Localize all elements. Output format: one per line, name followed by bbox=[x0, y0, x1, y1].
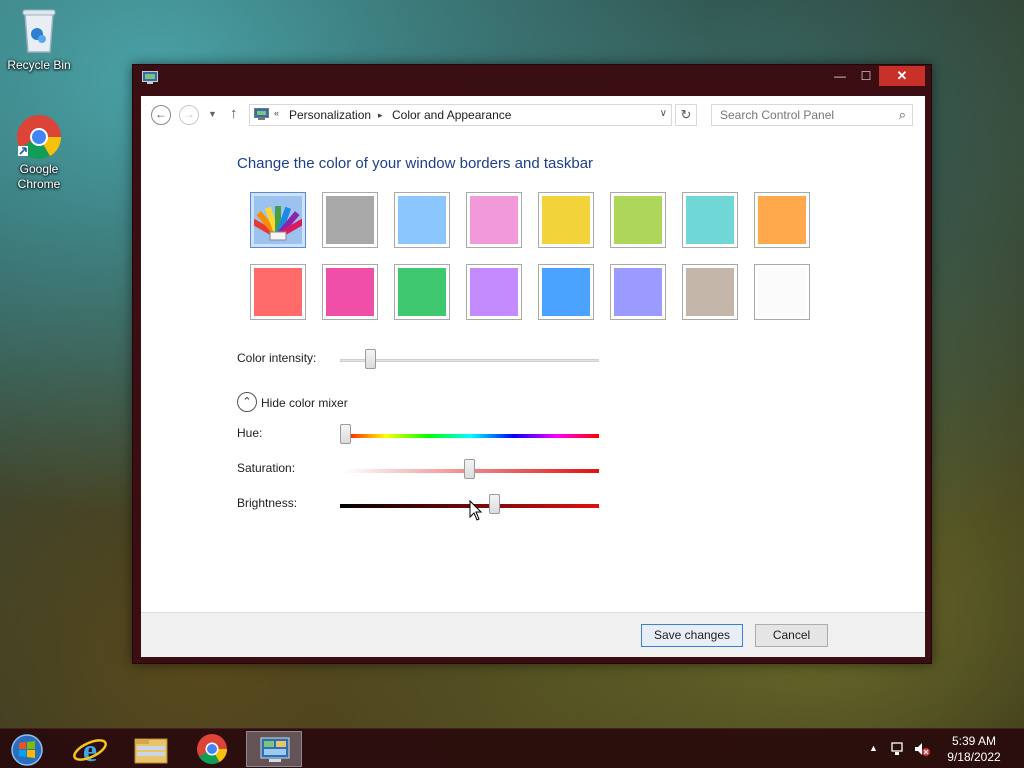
clock-date: 9/18/2022 bbox=[947, 750, 1001, 764]
show-hidden-icons-button[interactable]: ▲ bbox=[869, 743, 878, 753]
up-button[interactable]: ↑ bbox=[230, 105, 238, 122]
window-title: Color and Appearance bbox=[462, 72, 602, 88]
taskbar: e ▲ 5:39 AM 9/18/2022 bbox=[0, 728, 1024, 768]
search-placeholder: Search Control Panel bbox=[720, 108, 835, 122]
hide-mixer-icon[interactable]: ⌃ bbox=[237, 392, 257, 412]
page-title: Change the color of your window borders … bbox=[237, 155, 594, 172]
maximize-button[interactable]: ☐ bbox=[853, 66, 879, 86]
swatch-fill bbox=[398, 268, 446, 316]
swatch-fill bbox=[542, 268, 590, 316]
cancel-button[interactable]: Cancel bbox=[755, 624, 828, 647]
color-swatch[interactable] bbox=[538, 192, 594, 248]
color-swatch[interactable] bbox=[394, 192, 450, 248]
swatch-fill bbox=[398, 196, 446, 244]
swatch-fill bbox=[614, 196, 662, 244]
swatch-fill bbox=[614, 268, 662, 316]
breadcrumb-color-appearance[interactable]: Color and Appearance bbox=[392, 108, 511, 122]
close-button[interactable]: ✕ bbox=[879, 66, 925, 86]
color-intensity-slider[interactable] bbox=[364, 349, 376, 369]
control-panel-icon bbox=[260, 737, 290, 762]
swatch-fill bbox=[326, 268, 374, 316]
volume-muted-icon[interactable] bbox=[913, 741, 931, 757]
search-input[interactable]: Search Control Panel ⌕ bbox=[711, 104, 913, 126]
color-swatch[interactable] bbox=[754, 264, 810, 320]
control-panel-icon bbox=[254, 108, 269, 120]
search-icon: ⌕ bbox=[898, 107, 906, 122]
color-appearance-window: Color and Appearance — ☐ ✕ ← → ▼ ↑ « Per… bbox=[132, 64, 932, 664]
saturation-label: Saturation: bbox=[237, 461, 296, 475]
dialog-footer: Save changes Cancel bbox=[141, 612, 925, 657]
breadcrumb-personalization[interactable]: Personalization bbox=[289, 108, 371, 122]
swatch-fill bbox=[542, 196, 590, 244]
internet-explorer-icon: e bbox=[73, 732, 107, 768]
brightness-label: Brightness: bbox=[237, 496, 298, 510]
forward-button[interactable]: → bbox=[179, 105, 199, 125]
color-palette-icon bbox=[250, 196, 306, 244]
chrome-icon bbox=[17, 115, 61, 159]
saturation-slider[interactable] bbox=[464, 459, 475, 479]
color-swatch[interactable] bbox=[610, 264, 666, 320]
hue-track[interactable] bbox=[343, 434, 599, 438]
desktop-icon-label: Recycle Bin bbox=[7, 58, 71, 72]
color-intensity-track[interactable] bbox=[340, 359, 599, 362]
taskbar-internet-explorer[interactable]: e bbox=[62, 731, 118, 768]
start-button[interactable] bbox=[0, 731, 56, 767]
hue-slider[interactable] bbox=[340, 424, 351, 444]
swatch-fill bbox=[758, 196, 806, 244]
desktop-icon-label: Google Chrome bbox=[17, 162, 61, 191]
address-dropdown-icon[interactable]: ∨ bbox=[660, 108, 667, 119]
color-swatch[interactable] bbox=[322, 264, 378, 320]
breadcrumb-separator-icon[interactable]: ▸ bbox=[378, 110, 383, 121]
minimize-button[interactable]: — bbox=[827, 66, 853, 86]
navigation-bar: ← → ▼ ↑ « Personalization ▸ Color and Ap… bbox=[141, 96, 925, 136]
chrome-icon bbox=[197, 734, 227, 765]
system-clock[interactable]: 5:39 AM 9/18/2022 bbox=[940, 733, 1008, 765]
svg-text:e: e bbox=[83, 732, 97, 767]
breadcrumb-overflow-icon[interactable]: « bbox=[274, 108, 279, 118]
recent-locations-dropdown-icon[interactable]: ▼ bbox=[208, 109, 217, 119]
file-explorer-icon bbox=[134, 738, 168, 764]
mouse-cursor-icon bbox=[469, 500, 483, 521]
taskbar-chrome[interactable] bbox=[184, 731, 240, 767]
refresh-button[interactable]: ↻ bbox=[675, 104, 697, 126]
color-swatch[interactable] bbox=[322, 192, 378, 248]
color-swatch[interactable] bbox=[754, 192, 810, 248]
back-button[interactable]: ← bbox=[151, 105, 171, 125]
swatch-fill bbox=[254, 268, 302, 316]
brightness-slider[interactable] bbox=[488, 494, 500, 514]
color-swatch[interactable] bbox=[682, 192, 738, 248]
hide-color-mixer-link[interactable]: Hide color mixer bbox=[261, 396, 348, 410]
desktop-icon-google-chrome[interactable]: Google Chrome bbox=[1, 114, 77, 192]
address-bar[interactable]: « Personalization ▸ Color and Appearance… bbox=[249, 104, 672, 126]
desktop-icon-recycle-bin[interactable]: Recycle Bin bbox=[1, 6, 77, 73]
title-bar[interactable]: Color and Appearance — ☐ ✕ bbox=[133, 65, 931, 95]
swatch-fill bbox=[470, 196, 518, 244]
swatch-fill bbox=[326, 196, 374, 244]
clock-time: 5:39 AM bbox=[951, 734, 997, 748]
save-changes-button[interactable]: Save changes bbox=[641, 624, 743, 647]
color-intensity-label: Color intensity: bbox=[237, 351, 317, 365]
taskbar-file-explorer[interactable] bbox=[123, 731, 179, 767]
color-swatch[interactable] bbox=[610, 192, 666, 248]
window-client-area: ← → ▼ ↑ « Personalization ▸ Color and Ap… bbox=[141, 96, 925, 657]
start-orb-icon bbox=[11, 734, 43, 766]
swatch-fill bbox=[470, 268, 518, 316]
color-swatch[interactable] bbox=[466, 264, 522, 320]
hue-label: Hue: bbox=[237, 426, 263, 440]
color-swatch[interactable] bbox=[394, 264, 450, 320]
color-swatch[interactable] bbox=[250, 264, 306, 320]
network-icon[interactable] bbox=[890, 741, 906, 757]
color-swatch-automatic[interactable] bbox=[250, 192, 306, 248]
color-swatch[interactable] bbox=[538, 264, 594, 320]
color-swatch[interactable] bbox=[466, 192, 522, 248]
recycle-bin-icon bbox=[22, 9, 56, 53]
swatch-fill bbox=[686, 196, 734, 244]
taskbar-control-panel[interactable] bbox=[246, 731, 302, 767]
color-swatch[interactable] bbox=[682, 264, 738, 320]
swatch-fill bbox=[758, 268, 806, 316]
swatch-fill bbox=[686, 268, 734, 316]
